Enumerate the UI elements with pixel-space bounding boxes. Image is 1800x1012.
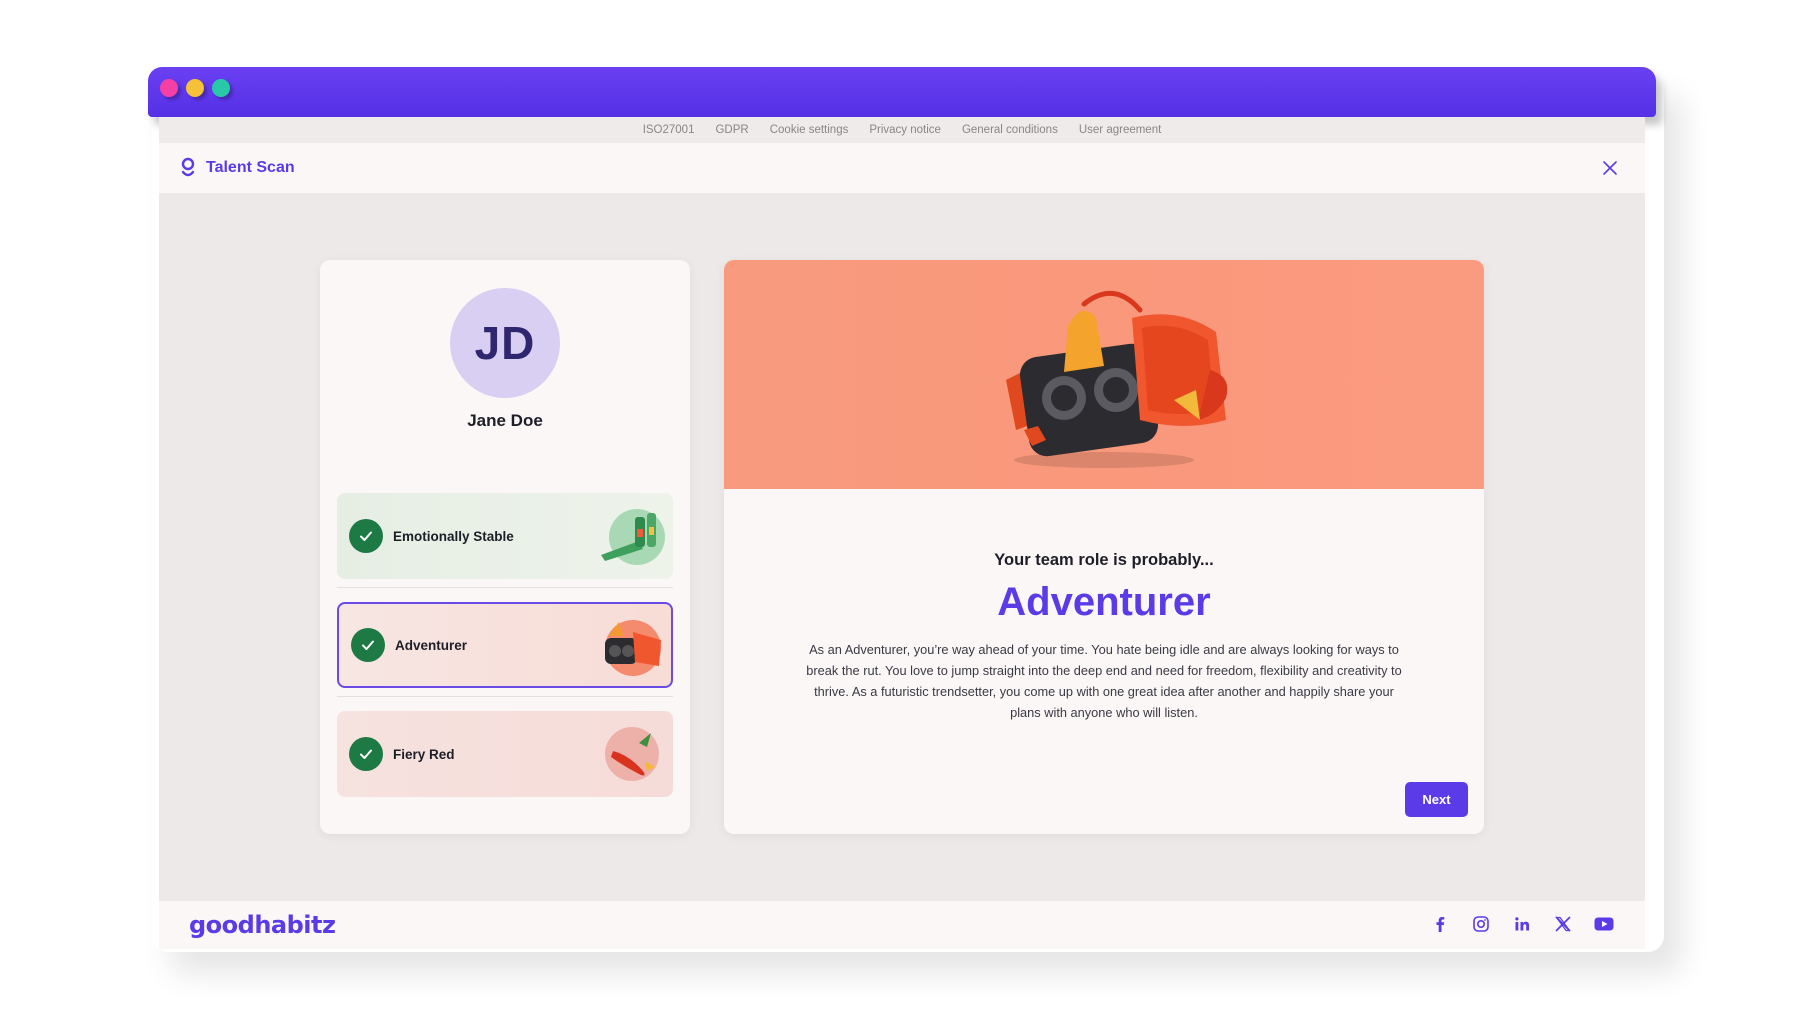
chili-pepper-illustration-icon <box>605 727 659 781</box>
result-lead: Your team role is probably... <box>994 551 1214 569</box>
linkedin-icon[interactable] <box>1511 913 1533 935</box>
app-header: Talent Scan <box>159 143 1645 193</box>
x-icon[interactable] <box>1552 913 1574 935</box>
role-description: As an Adventurer, you’re way ahead of yo… <box>806 642 1402 720</box>
app-window: ISO27001 GDPR Cookie settings Privacy no… <box>159 117 1645 949</box>
minimize-dot[interactable] <box>186 79 204 97</box>
divider <box>337 696 673 697</box>
trait-label: Adventurer <box>395 637 468 653</box>
trait-fiery-red[interactable]: Fiery Red <box>337 711 673 797</box>
divider <box>337 587 673 588</box>
maximize-dot[interactable] <box>212 79 230 97</box>
goodhabitz-g-icon <box>181 157 195 177</box>
result-card: Your team role is probably... Adventurer… <box>724 260 1484 834</box>
close-dot[interactable] <box>160 79 178 97</box>
user-name: Jane Doe <box>467 411 543 430</box>
link-cookie-settings[interactable]: Cookie settings <box>770 124 849 136</box>
social-links <box>1429 913 1615 935</box>
trait-adventurer[interactable]: Adventurer <box>337 602 673 688</box>
bottles-illustration-icon <box>601 509 665 565</box>
youtube-icon[interactable] <box>1593 913 1615 935</box>
profile-card: JD Jane Doe Emotionally Stable Adventure… <box>320 260 690 834</box>
avatar: JD <box>450 288 560 398</box>
check-icon <box>349 737 383 771</box>
link-general-conditions[interactable]: General conditions <box>962 124 1058 136</box>
legal-links-bar: ISO27001 GDPR Cookie settings Privacy no… <box>159 117 1645 143</box>
trait-label: Emotionally Stable <box>393 528 514 544</box>
link-iso27001[interactable]: ISO27001 <box>643 124 695 136</box>
trait-label: Fiery Red <box>393 746 455 762</box>
link-gdpr[interactable]: GDPR <box>715 124 748 136</box>
hero-banner <box>724 260 1484 489</box>
window-titlebar <box>148 67 1656 117</box>
instagram-icon[interactable] <box>1470 913 1492 935</box>
app-footer: goodhabitz <box>159 901 1645 949</box>
role-title: Adventurer <box>997 580 1211 624</box>
facebook-icon[interactable] <box>1429 913 1451 935</box>
next-button[interactable]: Next <box>1405 782 1468 817</box>
trait-emotionally-stable[interactable]: Emotionally Stable <box>337 493 673 579</box>
vr-headset-illustration-icon <box>605 620 661 676</box>
app-title: Talent Scan <box>206 159 295 176</box>
brand-logo: goodhabitz <box>189 911 336 939</box>
link-privacy-notice[interactable]: Privacy notice <box>869 124 941 136</box>
vr-headset-hero-icon <box>1006 290 1228 468</box>
link-user-agreement[interactable]: User agreement <box>1079 124 1161 136</box>
check-icon <box>349 519 383 553</box>
check-icon <box>351 628 385 662</box>
close-icon[interactable] <box>1599 157 1621 179</box>
